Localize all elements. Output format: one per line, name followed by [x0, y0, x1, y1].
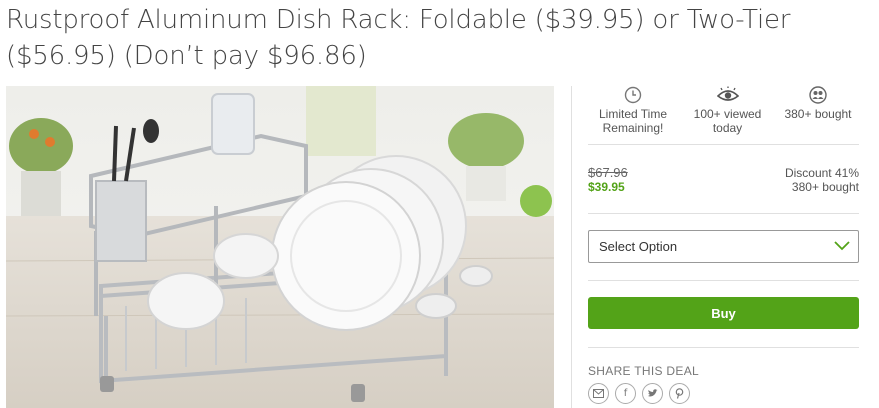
chevron-down-icon: [834, 239, 850, 254]
pinterest-icon[interactable]: [669, 383, 690, 404]
stat-label: 380+ bought: [784, 107, 852, 121]
product-image[interactable]: [6, 86, 554, 408]
people-icon: [809, 86, 827, 104]
option-select-value: Select Option: [599, 239, 678, 254]
email-icon[interactable]: [588, 383, 609, 404]
price-block: $67.96 $39.95 Discount 41% 380+ bought: [588, 145, 859, 213]
price-values: $67.96 $39.95: [588, 166, 628, 213]
stat-bought: 380+ bought: [777, 86, 859, 144]
stat-label: 100+ viewed today: [693, 107, 762, 135]
clock-icon: [624, 86, 642, 104]
price-meta: Discount 41% 380+ bought: [785, 166, 859, 213]
share-title: SHARE THIS DEAL: [588, 364, 699, 378]
bought-count: 380+ bought: [791, 180, 859, 194]
buy-button[interactable]: Buy: [588, 297, 859, 329]
discount-label: Discount 41%: [784, 166, 859, 180]
share-icons: f: [588, 383, 859, 404]
option-select[interactable]: Select Option: [588, 230, 859, 263]
divider: [588, 347, 859, 348]
deal-sidebar: Limited Time Remaining! 100+ viewed toda…: [588, 86, 859, 404]
deal-stats: Limited Time Remaining! 100+ viewed toda…: [588, 86, 859, 144]
twitter-icon[interactable]: [642, 383, 663, 404]
stat-limited-time: Limited Time Remaining!: [588, 86, 678, 144]
original-price: $67.96: [588, 165, 628, 180]
panel-divider: [571, 86, 572, 408]
option-select-wrapper: Select Option: [588, 214, 859, 280]
eye-icon: [716, 86, 739, 104]
stat-label: Limited Time Remaining!: [598, 107, 668, 135]
current-price: $39.95: [588, 180, 625, 194]
deal-title: Rustproof Aluminum Dish Rack: Foldable (…: [6, 5, 791, 71]
buy-wrapper: Buy: [588, 281, 859, 347]
facebook-icon[interactable]: f: [615, 383, 636, 404]
stat-viewed: 100+ viewed today: [686, 86, 770, 144]
